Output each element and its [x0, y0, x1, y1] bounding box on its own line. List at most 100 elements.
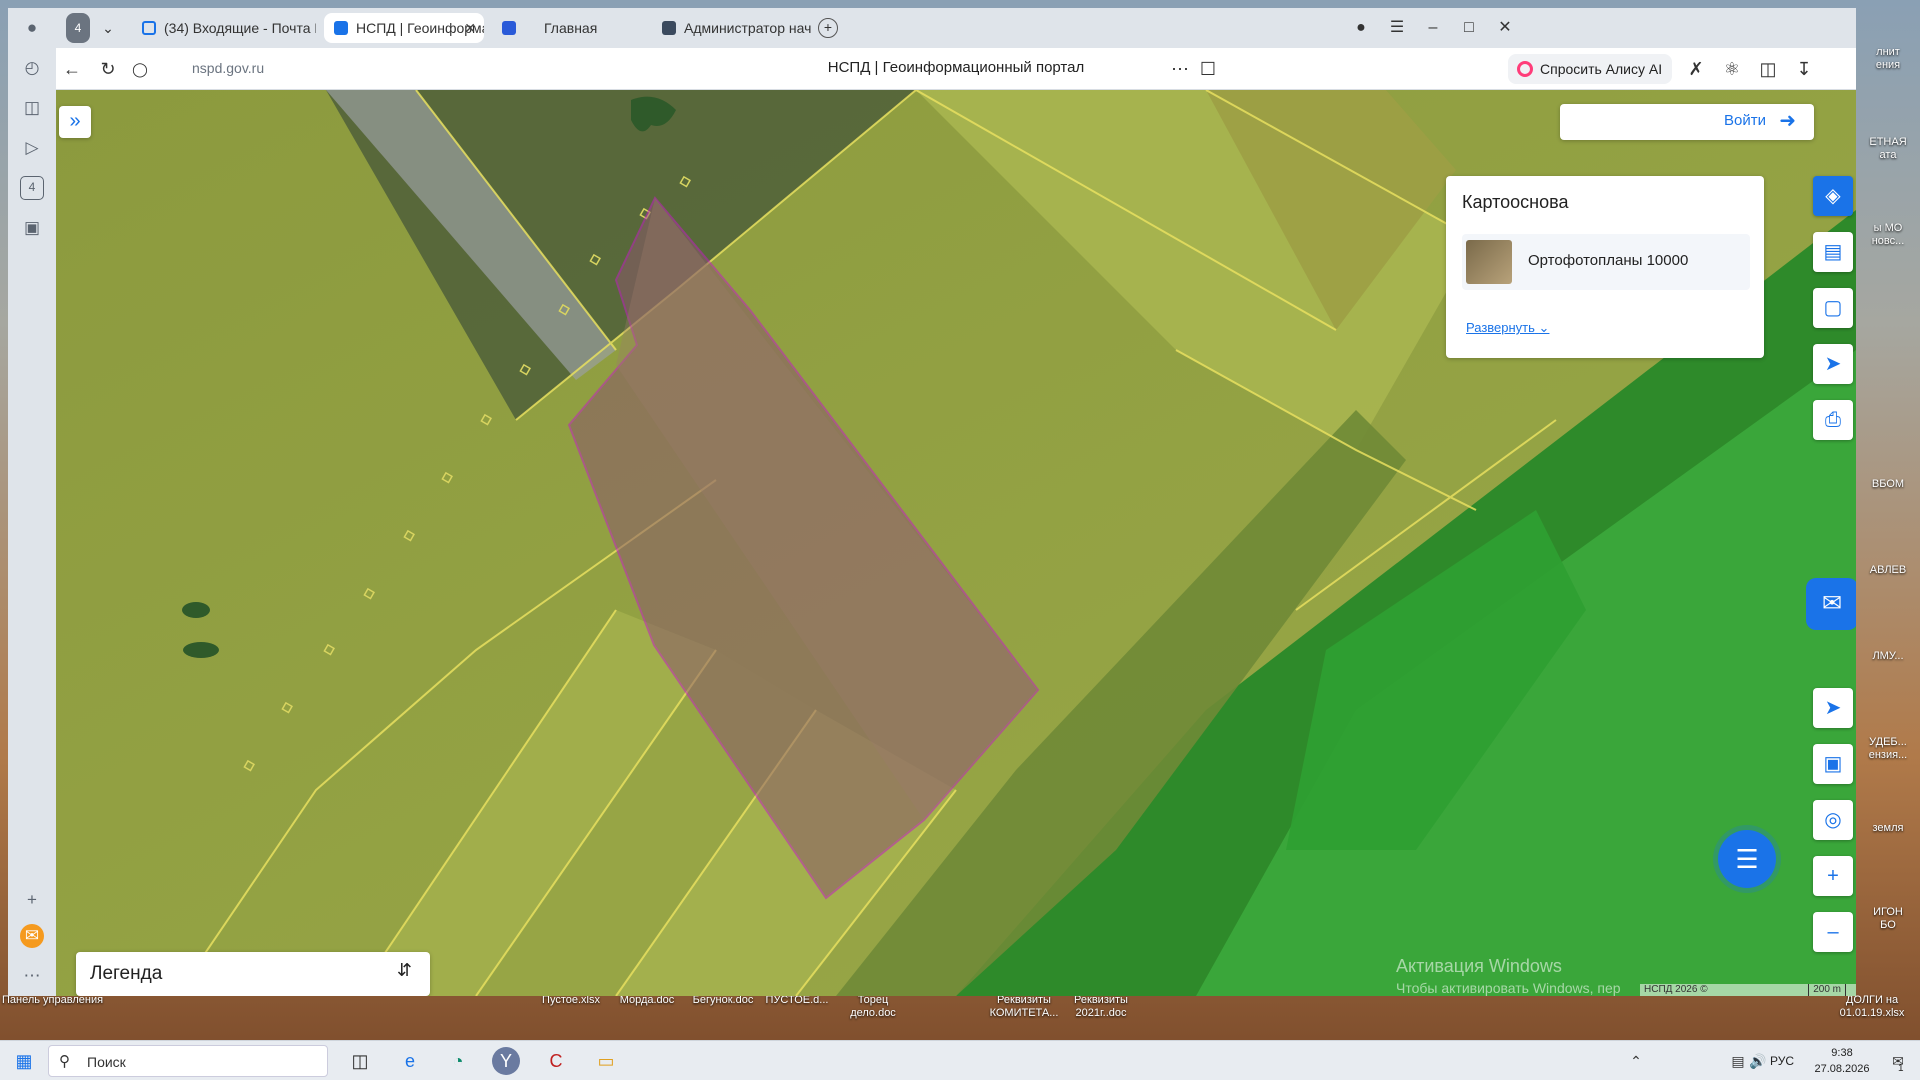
location-search-button[interactable]: ◎	[1813, 800, 1853, 840]
desktop-icon-label[interactable]: Реквизиты 2021г..doc	[1066, 994, 1136, 1020]
account-icon[interactable]: ●	[1346, 14, 1376, 42]
close-window-button[interactable]: ✕	[1490, 14, 1520, 42]
ie-icon[interactable]: e	[396, 1047, 424, 1075]
legend-toggle[interactable]: Легенда ⇵	[76, 952, 430, 996]
mail-icon[interactable]: ✉	[20, 924, 44, 948]
tab-mail[interactable]: (34) Входящие - Почта Ма	[132, 13, 316, 43]
tab-strip: 4 ⌄ (34) Входящие - Почта Ма НСПД | Геои…	[56, 8, 1856, 48]
desktop-icon-label[interactable]: земля	[1858, 822, 1918, 835]
browser-window: ● ◴ ◫ ▷ 4 ▣ + ✉ ⋯ 4 ⌄ (34) Входящие - По…	[8, 8, 1856, 996]
tray-chevron-icon[interactable]: ⌃	[1622, 1047, 1650, 1075]
minimap-button[interactable]: ▣	[1813, 744, 1853, 784]
desktop-icon-label[interactable]: УДЕБ... ензия...	[1858, 736, 1918, 762]
close-tab-icon[interactable]: ✕	[464, 13, 476, 43]
tab-counter-button[interactable]: 4	[66, 13, 90, 43]
desktop-icon-label[interactable]: ЛМУ...	[1858, 650, 1918, 663]
chevron-down-icon: ⌄	[1538, 320, 1550, 335]
search-placeholder: Поиск	[87, 1054, 126, 1070]
maximize-button[interactable]: □	[1454, 14, 1484, 42]
ruler-tool-button[interactable]: ▤	[1813, 232, 1853, 272]
login-button[interactable]: Войти ➜	[1560, 104, 1814, 140]
start-windows-icon[interactable]: ▦	[10, 1047, 38, 1075]
c-app-icon[interactable]: C	[542, 1047, 570, 1075]
activation-watermark-text: Чтобы активировать Windows, пер	[1396, 980, 1621, 996]
basemap-title: Картооснова	[1462, 192, 1569, 212]
ask-alice-button[interactable]: Спросить Алису AI	[1508, 54, 1673, 84]
print-button[interactable]: ⎙	[1813, 400, 1853, 440]
zoom-out-button[interactable]: –	[1813, 912, 1853, 952]
geolocation-button[interactable]: ➤	[1813, 688, 1853, 728]
collections-toolbar-icon[interactable]: ◫	[1756, 57, 1780, 81]
layers-tool-button[interactable]: ◈	[1813, 176, 1853, 216]
chat-button[interactable]: ☰	[1718, 830, 1776, 888]
tab-admin[interactable]: Администратор начисле	[652, 13, 812, 43]
desktop-icon-label[interactable]: ИГОН БО	[1858, 906, 1918, 932]
expand-label: Развернуть	[1466, 320, 1535, 335]
clock-time: 9:38	[1831, 1047, 1853, 1059]
history-icon[interactable]: ◴	[20, 56, 44, 80]
yandex-browser-icon[interactable]: Y	[492, 1047, 520, 1075]
basemap-panel: Картооснова Ортофотопланы 10000 Разверну…	[1446, 176, 1764, 358]
expand-collapse-icon: ⇵	[396, 960, 412, 980]
bookmark-icon[interactable]: ☐	[1196, 57, 1220, 81]
basemap-layer-name: Ортофотопланы 10000	[1528, 252, 1689, 269]
menu-icon[interactable]: ☰	[1382, 14, 1412, 42]
task-view-icon[interactable]: ◫	[346, 1047, 374, 1075]
map-canvas[interactable]: » Войти ➜ Картооснова Ортофотопланы 1000…	[56, 90, 1856, 996]
expand-sidebar-button[interactable]: »	[59, 106, 91, 138]
attribution-text: НСПД 2026 ©	[1644, 984, 1708, 995]
attribution: НСПД 2026 © 200 m	[1640, 984, 1856, 996]
download-icon[interactable]: ↧	[1792, 57, 1816, 81]
desktop-icon-label[interactable]: ы МО новс...	[1858, 222, 1918, 248]
tab-label: Администратор начисле	[684, 20, 812, 36]
volume-icon[interactable]: 🔊	[1744, 1047, 1772, 1075]
counter-icon[interactable]: 4	[20, 176, 44, 200]
desktop-icon-label[interactable]: АВЛЕВ	[1858, 564, 1918, 577]
nspd-favicon-icon	[334, 21, 348, 35]
desktop-icon-label[interactable]: Реквизиты КОМИТЕТА...	[984, 994, 1064, 1020]
profile-icon[interactable]: ●	[20, 16, 44, 40]
desktop-icon-label[interactable]: Торец дело.doc	[838, 994, 908, 1020]
more-icon[interactable]: ⋯	[20, 964, 44, 988]
zoom-in-button[interactable]: +	[1813, 856, 1853, 896]
tab-list-chevron[interactable]: ⌄	[96, 13, 120, 43]
alice-icon	[1517, 61, 1533, 77]
expand-link[interactable]: Развернуть ⌄	[1466, 320, 1549, 336]
area-search-button[interactable]: ▢	[1813, 288, 1853, 328]
screenshot-icon[interactable]: ▣	[20, 216, 44, 240]
language-indicator[interactable]: РУС	[1770, 1054, 1794, 1068]
file-explorer-icon[interactable]: ▭	[592, 1047, 620, 1075]
activation-watermark-title: Активация Windows	[1396, 956, 1562, 976]
more-options-icon[interactable]: ⋯	[1168, 57, 1192, 81]
tab-main[interactable]: Главная	[492, 13, 642, 43]
address-bar: ← ↻ ◯ nspd.gov.ru НСПД | Геоинформационн…	[56, 48, 1856, 90]
minimize-button[interactable]: –	[1418, 14, 1448, 42]
notification-count: 1	[1898, 1063, 1904, 1074]
scale-label: 200 m	[1808, 984, 1846, 996]
tab-label: Главная	[544, 20, 598, 36]
login-icon: ➜	[1779, 110, 1796, 132]
search-icon: ⚲	[59, 1053, 70, 1070]
desktop-icon-label[interactable]: ДОЛГИ на 01.01.19.xlsx	[1824, 994, 1920, 1020]
alice-label: Спросить Алису AI	[1540, 61, 1663, 77]
desktop-icon-label[interactable]: ВБОМ	[1858, 478, 1918, 491]
mail-favicon-icon	[142, 21, 156, 35]
edge-icon[interactable]: ◔	[444, 1047, 472, 1075]
desktop-icon-label[interactable]: ЕТНАЯ ата	[1858, 136, 1918, 162]
taskbar-search[interactable]: ⚲ Поиск	[48, 1045, 328, 1077]
tools-icon[interactable]: ✗	[1684, 57, 1708, 81]
new-tab-button[interactable]: +	[818, 18, 838, 38]
add-panel-icon[interactable]: +	[20, 888, 44, 912]
extensions-icon[interactable]: ⚛	[1720, 57, 1744, 81]
clock[interactable]: 9:38 27.08.2026	[1810, 1045, 1874, 1077]
tab-label: (34) Входящие - Почта Ма	[164, 20, 316, 36]
collections-icon[interactable]: ◫	[20, 96, 44, 120]
video-icon[interactable]: ▷	[20, 136, 44, 160]
desktop-icon-label[interactable]: лнит ения	[1858, 46, 1918, 72]
feedback-button[interactable]: ✉	[1806, 578, 1856, 630]
legend-label: Легенда	[90, 963, 163, 984]
clock-date: 27.08.2026	[1814, 1063, 1870, 1075]
share-button[interactable]: ➤	[1813, 344, 1853, 384]
tab-nspd[interactable]: НСПД | Геоинформаци ✕	[324, 13, 484, 43]
basemap-layer-item[interactable]: Ортофотопланы 10000	[1462, 234, 1750, 290]
